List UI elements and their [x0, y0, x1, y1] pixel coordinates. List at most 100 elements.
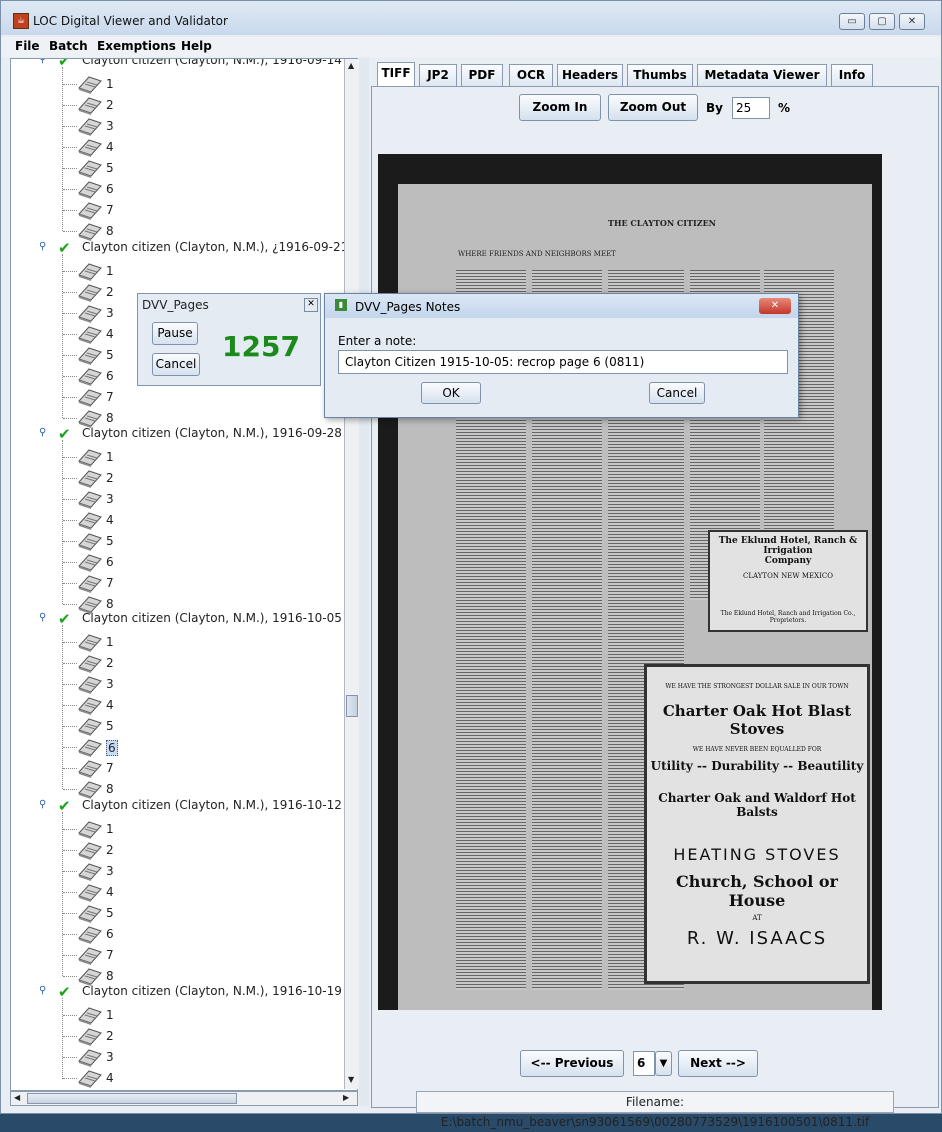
tree-page-node[interactable]: 4 — [11, 137, 351, 158]
tree-horizontal-scrollbar[interactable]: ◀ ▶ — [10, 1091, 358, 1106]
maximize-button[interactable]: ▢ — [869, 13, 895, 30]
menu-exemptions[interactable]: Exemptions — [97, 39, 176, 53]
page-select[interactable]: 6 — [633, 1051, 655, 1076]
tree-expander-icon[interactable]: ⚲ — [39, 612, 46, 623]
scroll-down-icon[interactable]: ▼ — [348, 1075, 354, 1084]
tree-page-node[interactable]: 2 — [11, 468, 351, 489]
tree-page-node[interactable]: 6 — [11, 924, 351, 945]
tab-tiff[interactable]: TIFF — [377, 62, 415, 86]
tree-expander-icon[interactable]: ⚲ — [39, 427, 46, 438]
tree-page-node[interactable]: 4 — [11, 510, 351, 531]
menu-batch[interactable]: Batch — [49, 39, 88, 53]
page-number-label: 1 — [106, 1008, 114, 1022]
tree-scroll-thumb[interactable] — [346, 695, 358, 717]
note-input[interactable]: Clayton Citizen 1915-10-05: recrop page … — [338, 350, 788, 374]
tree-hscroll-thumb[interactable] — [27, 1093, 237, 1104]
tree-page-node[interactable]: 1 — [11, 74, 351, 95]
tab-pdf[interactable]: PDF — [461, 64, 503, 86]
ok-button[interactable]: OK — [421, 382, 481, 404]
menu-file[interactable]: File — [15, 39, 40, 53]
tree-page-node[interactable]: 3 — [11, 489, 351, 510]
previous-button[interactable]: <-- Previous — [520, 1050, 624, 1077]
dialog-title-bar[interactable]: ▮ DVV_Pages Notes ✕ — [325, 294, 798, 318]
validated-check-icon: ✔ — [58, 610, 71, 628]
dvv-cancel-button[interactable]: Cancel — [152, 353, 200, 376]
page-number-label: 4 — [106, 1071, 114, 1085]
tree-page-node[interactable]: 3 — [11, 861, 351, 882]
tree-page-node[interactable]: 6 — [11, 552, 351, 573]
minimize-button[interactable]: ▭ — [839, 13, 865, 30]
tree-expander-icon[interactable]: ⚲ — [39, 985, 46, 996]
tab-info[interactable]: Info — [831, 64, 873, 86]
tiff-image-viewer[interactable]: THE CLAYTON CITIZEN WHERE FRIENDS AND NE… — [378, 154, 882, 1010]
tree-page-node[interactable]: 4 — [11, 695, 351, 716]
tree-page-node[interactable]: 2 — [11, 95, 351, 116]
page-dropdown-icon[interactable]: ▼ — [655, 1051, 672, 1076]
tree-line — [63, 726, 77, 727]
tree-line — [63, 1057, 77, 1058]
tree-page-node[interactable]: 2 — [11, 1026, 351, 1047]
pause-button[interactable]: Pause — [152, 322, 198, 345]
tree-expander-icon[interactable]: ⚲ — [39, 59, 46, 65]
tree-page-node[interactable]: 1 — [11, 447, 351, 468]
tree-page-node[interactable]: 3 — [11, 116, 351, 137]
tab-thumbs[interactable]: Thumbs — [627, 64, 693, 86]
tree-page-node[interactable]: 5 — [11, 158, 351, 179]
tree-page-node[interactable]: 4 — [11, 882, 351, 903]
dialog-close-icon[interactable]: ✕ — [759, 298, 791, 314]
page-number-label: 6 — [106, 927, 114, 941]
issue-label: Clayton citizen (Clayton, N.M.), 1916-10… — [82, 984, 342, 998]
window-title: LOC Digital Viewer and Validator — [33, 14, 228, 28]
tree-line — [63, 768, 77, 769]
tree-page-node[interactable]: 5 — [11, 716, 351, 737]
tab-jp2[interactable]: JP2 — [419, 64, 457, 86]
tree-page-node[interactable]: 2 — [11, 653, 351, 674]
notes-cancel-button[interactable]: Cancel — [649, 382, 705, 404]
tree-page-node[interactable]: 5 — [11, 903, 351, 924]
tree-page-node[interactable]: 6 — [11, 179, 351, 200]
title-bar[interactable]: ☕ LOC Digital Viewer and Validator ▭ ▢ ✕ — [1, 1, 941, 35]
tree-page-node[interactable]: 7 — [11, 387, 351, 408]
split-divider[interactable] — [359, 58, 369, 1106]
tree-page-node[interactable]: 5 — [11, 531, 351, 552]
page-icon — [78, 118, 102, 136]
tree-page-node[interactable]: 1 — [11, 632, 351, 653]
scroll-right-icon[interactable]: ▶ — [343, 1093, 349, 1102]
zoom-out-button[interactable]: Zoom Out — [608, 94, 698, 121]
tree-expander-icon[interactable]: ⚲ — [39, 241, 46, 252]
tree-page-node[interactable]: 2 — [11, 840, 351, 861]
close-button[interactable]: ✕ — [899, 13, 925, 30]
tree-page-node[interactable]: 1 — [11, 261, 351, 282]
tree-page-node[interactable]: 7 — [11, 758, 351, 779]
tree-page-node[interactable]: 4 — [11, 1068, 351, 1089]
tab-metadata-viewer[interactable]: Metadata Viewer — [697, 64, 827, 86]
page-number-label: 4 — [106, 140, 114, 154]
zoom-in-button[interactable]: Zoom In — [519, 94, 601, 121]
tab-headers[interactable]: Headers — [557, 64, 623, 86]
tree-expander-icon[interactable]: ⚲ — [39, 799, 46, 810]
tree-page-node[interactable]: 6 — [11, 737, 351, 758]
menu-help[interactable]: Help — [181, 39, 212, 53]
tree-page-node[interactable]: 1 — [11, 1005, 351, 1026]
issue-tree[interactable]: ⚲ ✔ Clayton citizen (Clayton, N.M.), 1916-… — [10, 58, 358, 1091]
tree-page-node[interactable]: 3 — [11, 674, 351, 695]
page-number-label: 8 — [106, 782, 114, 796]
zoom-percent-input[interactable]: 25 — [732, 97, 770, 119]
tree-line — [63, 850, 77, 851]
dvv-close-icon[interactable]: ✕ — [304, 298, 318, 312]
scroll-left-icon[interactable]: ◀ — [14, 1093, 20, 1102]
page-number-label: 5 — [106, 906, 114, 920]
tree-page-node[interactable]: 3 — [11, 1047, 351, 1068]
page-icon — [78, 863, 102, 881]
tree-vertical-scrollbar[interactable]: ▲ ▼ — [344, 59, 359, 1089]
page-number-label: 8 — [106, 224, 114, 238]
next-button[interactable]: Next --> — [678, 1050, 758, 1077]
scroll-up-icon[interactable]: ▲ — [348, 61, 354, 70]
tree-page-node[interactable]: 1 — [11, 819, 351, 840]
tab-ocr[interactable]: OCR — [509, 64, 553, 86]
tree-page-node[interactable]: 7 — [11, 945, 351, 966]
page-icon — [78, 449, 102, 467]
tree-page-node[interactable]: 7 — [11, 573, 351, 594]
tree-page-node[interactable]: 7 — [11, 200, 351, 221]
validated-check-icon: ✔ — [58, 983, 71, 1001]
